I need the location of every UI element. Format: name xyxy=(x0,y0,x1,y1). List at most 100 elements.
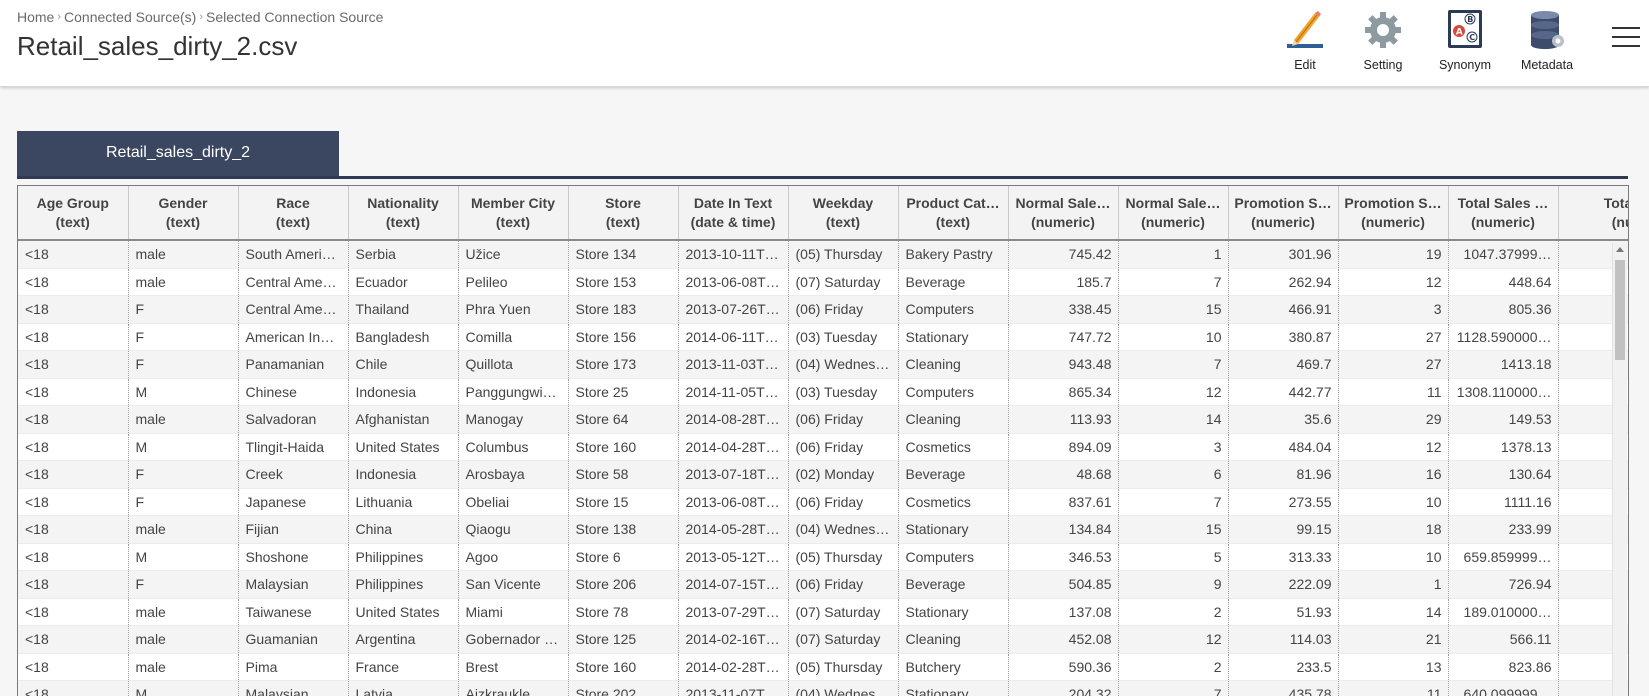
table-cell[interactable]: 48.68 xyxy=(1008,461,1118,489)
table-cell[interactable]: Computers xyxy=(898,543,1008,571)
table-cell[interactable]: 51.93 xyxy=(1228,598,1338,626)
table-cell[interactable]: 380.87 xyxy=(1228,323,1338,351)
table-cell[interactable]: <18 xyxy=(18,598,128,626)
table-cell[interactable]: 9 xyxy=(1118,571,1228,599)
table-cell[interactable]: 222.09 xyxy=(1228,571,1338,599)
table-cell[interactable]: 6 xyxy=(1118,461,1228,489)
table-cell[interactable]: Gobernador … xyxy=(458,626,568,654)
table-cell[interactable]: 262.94 xyxy=(1228,268,1338,296)
table-cell[interactable]: (06) Friday xyxy=(788,296,898,324)
table-row[interactable]: <18maleGuamanianArgentinaGobernador …Sto… xyxy=(18,626,1629,654)
column-header[interactable]: Date In Text(date & time) xyxy=(678,186,788,240)
table-cell[interactable]: 469.7 xyxy=(1228,351,1338,379)
table-cell[interactable]: Malaysian xyxy=(238,681,348,696)
table-cell[interactable]: Argentina xyxy=(348,626,458,654)
table-cell[interactable]: Taiwanese xyxy=(238,598,348,626)
table-cell[interactable]: Bakery Pastry xyxy=(898,240,1008,268)
table-cell[interactable]: China xyxy=(348,516,458,544)
table-cell[interactable]: 1111.16 xyxy=(1448,488,1558,516)
table-cell[interactable]: male xyxy=(128,240,238,268)
scrollbar-thumb[interactable] xyxy=(1615,260,1625,360)
table-cell[interactable]: 11 xyxy=(1338,681,1448,696)
table-row[interactable]: <18FAmerican In…BangladeshComillaStore 1… xyxy=(18,323,1629,351)
column-header[interactable]: Race(text) xyxy=(238,186,348,240)
table-cell[interactable]: 823.86 xyxy=(1448,653,1558,681)
table-cell[interactable]: 1 xyxy=(1118,240,1228,268)
table-cell[interactable]: Stationary xyxy=(898,681,1008,696)
table-cell[interactable]: South Ameri… xyxy=(238,240,348,268)
table-row[interactable]: <18FPanamanianChileQuillotaStore 1732013… xyxy=(18,351,1629,379)
table-cell[interactable]: Store 134 xyxy=(568,240,678,268)
table-cell[interactable]: 81.96 xyxy=(1228,461,1338,489)
table-cell[interactable]: 1128.590000… xyxy=(1448,323,1558,351)
table-cell[interactable]: 7 xyxy=(1118,681,1228,696)
table-cell[interactable]: <18 xyxy=(18,626,128,654)
table-cell[interactable]: Central Ame… xyxy=(238,268,348,296)
table-cell[interactable]: 18 xyxy=(1338,516,1448,544)
table-cell[interactable]: 12 xyxy=(1118,378,1228,406)
table-cell[interactable]: 442.77 xyxy=(1228,378,1338,406)
table-cell[interactable]: 2013-06-08T… xyxy=(678,268,788,296)
table-cell[interactable]: male xyxy=(128,598,238,626)
table-cell[interactable]: 137.08 xyxy=(1008,598,1118,626)
table-cell[interactable]: 865.34 xyxy=(1008,378,1118,406)
table-cell[interactable]: 7 xyxy=(1118,488,1228,516)
table-cell[interactable]: Qiaogu xyxy=(458,516,568,544)
table-cell[interactable]: 2 xyxy=(1118,653,1228,681)
table-cell[interactable]: Arosbaya xyxy=(458,461,568,489)
table-cell[interactable]: 134.84 xyxy=(1008,516,1118,544)
column-header[interactable]: Age Group(text) xyxy=(18,186,128,240)
table-cell[interactable]: Columbus xyxy=(458,433,568,461)
table-cell[interactable]: 3 xyxy=(1118,433,1228,461)
table-cell[interactable]: 484.04 xyxy=(1228,433,1338,461)
table-cell[interactable]: Cleaning xyxy=(898,626,1008,654)
table-cell[interactable]: 2014-04-28T… xyxy=(678,433,788,461)
table-cell[interactable]: 233.5 xyxy=(1228,653,1338,681)
hamburger-menu-icon[interactable] xyxy=(1612,27,1640,51)
table-cell[interactable]: Malaysian xyxy=(238,571,348,599)
table-cell[interactable]: Salvadoran xyxy=(238,406,348,434)
table-cell[interactable]: M xyxy=(128,433,238,461)
table-cell[interactable]: 15 xyxy=(1118,296,1228,324)
table-cell[interactable]: 114.03 xyxy=(1228,626,1338,654)
table-cell[interactable]: 435.78 xyxy=(1228,681,1338,696)
table-cell[interactable]: 301.96 xyxy=(1228,240,1338,268)
table-row[interactable]: <18maleSouth Ameri…SerbiaUžiceStore 1342… xyxy=(18,240,1629,268)
table-cell[interactable]: 11 xyxy=(1338,378,1448,406)
table-cell[interactable]: 113.93 xyxy=(1008,406,1118,434)
table-cell[interactable]: Store 183 xyxy=(568,296,678,324)
table-cell[interactable]: Comilla xyxy=(458,323,568,351)
table-cell[interactable]: 640.099999… xyxy=(1448,681,1558,696)
table-cell[interactable]: Aizkraukle xyxy=(458,681,568,696)
table-cell[interactable]: (04) Wednes… xyxy=(788,351,898,379)
table-cell[interactable]: 1 xyxy=(1338,571,1448,599)
table-cell[interactable]: Japanese xyxy=(238,488,348,516)
table-cell[interactable]: 2 xyxy=(1118,598,1228,626)
table-cell[interactable]: 14 xyxy=(1118,406,1228,434)
table-cell[interactable]: 805.36 xyxy=(1448,296,1558,324)
table-cell[interactable]: Store 64 xyxy=(568,406,678,434)
table-cell[interactable]: (05) Thursday xyxy=(788,240,898,268)
synonym-button[interactable]: B A C Synonym xyxy=(1429,8,1501,78)
table-cell[interactable]: Latvia xyxy=(348,681,458,696)
table-cell[interactable]: 2014-08-28T… xyxy=(678,406,788,434)
table-cell[interactable]: (06) Friday xyxy=(788,433,898,461)
table-cell[interactable]: Store 202 xyxy=(568,681,678,696)
table-cell[interactable]: 185.7 xyxy=(1008,268,1118,296)
table-cell[interactable]: Panamanian xyxy=(238,351,348,379)
table-cell[interactable]: Stationary xyxy=(898,598,1008,626)
column-header[interactable]: Gender(text) xyxy=(128,186,238,240)
table-cell[interactable]: male xyxy=(128,516,238,544)
table-cell[interactable]: Store 15 xyxy=(568,488,678,516)
table-cell[interactable]: 5 xyxy=(1118,543,1228,571)
table-cell[interactable]: 566.11 xyxy=(1448,626,1558,654)
table-cell[interactable]: Store 206 xyxy=(568,571,678,599)
table-cell[interactable]: 233.99 xyxy=(1448,516,1558,544)
edit-button[interactable]: Edit xyxy=(1269,8,1341,78)
table-cell[interactable]: Chinese xyxy=(238,378,348,406)
table-cell[interactable]: 2014-02-16T… xyxy=(678,626,788,654)
table-cell[interactable]: M xyxy=(128,378,238,406)
table-cell[interactable]: <18 xyxy=(18,296,128,324)
table-cell[interactable]: Store 160 xyxy=(568,433,678,461)
table-cell[interactable]: F xyxy=(128,351,238,379)
